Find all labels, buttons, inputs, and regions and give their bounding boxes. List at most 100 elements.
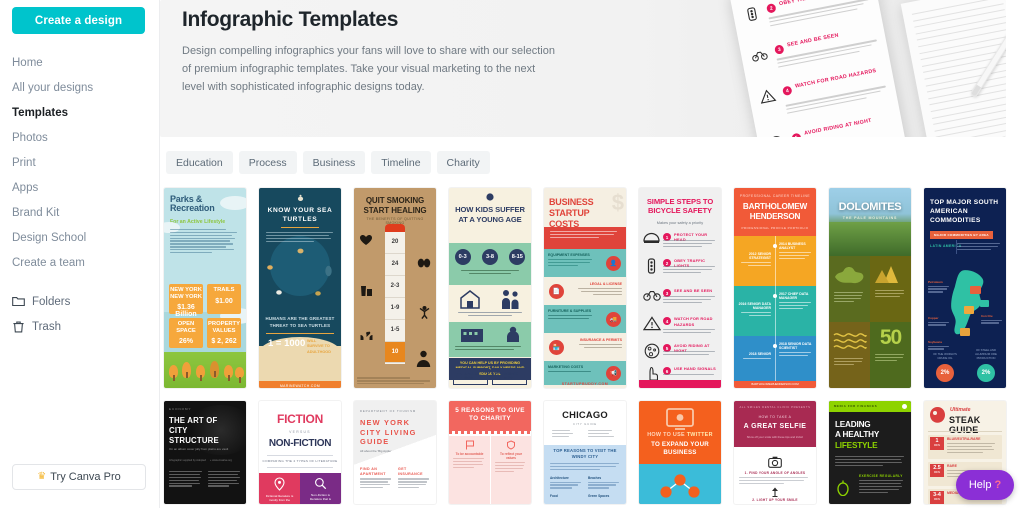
- sidebar-item-photos[interactable]: Photos: [0, 125, 159, 150]
- card-stat: OF STEEL AND ALUMINUM ORE PRODUCTION 2%: [970, 348, 1002, 382]
- template-card-sea-turtles[interactable]: KNOW YOUR SEA TURTLES HUMANS ARE THE GRE…: [259, 188, 341, 388]
- mockup-step-number: 5: [791, 132, 802, 137]
- donate-icon: [495, 373, 502, 380]
- sidebar-item-templates[interactable]: Templates: [0, 100, 159, 125]
- phone-icon: [456, 373, 463, 380]
- family-icon: [502, 290, 519, 309]
- card-stat-label: OPEN SPACE: [176, 321, 196, 334]
- sidebar-item-trash[interactable]: Trash: [0, 314, 159, 339]
- template-card-parks-recreation[interactable]: Parks & Recreation For an Active Lifesty…: [164, 188, 246, 388]
- template-card-kids-suffer[interactable]: HOW KIDS SUFFER AT A YOUNG AGE 0-3 3-8 8…: [449, 188, 531, 388]
- band-caption: [449, 265, 531, 275]
- sidebar-item-brand-kit[interactable]: Brand Kit: [0, 200, 159, 225]
- hero-text-block: Infographic Templates Design compelling …: [182, 0, 602, 97]
- template-card-charity-reasons[interactable]: 5 REASONS TO GIVE TO CHARITY To be accou…: [449, 401, 531, 504]
- filter-chip-process[interactable]: Process: [238, 151, 297, 174]
- card-title: A GREAT SELFIE: [743, 423, 807, 430]
- template-card-nyc-living-guide[interactable]: DEPARTMENT OF TOURISM NEW YORK CITY LIVI…: [354, 401, 436, 504]
- card-section: Green Spaces: [588, 494, 610, 498]
- sidebar: Create a design Home All your designs Te…: [0, 0, 160, 508]
- template-card-healthy-lifestyle[interactable]: MEDIA FOR FINANCES LEADING A HEALTHY LIF…: [829, 401, 911, 504]
- network-diagram-icon: [660, 474, 700, 498]
- card-footer-url: BARTHOLOMEWHENDERSON.COM: [734, 381, 816, 388]
- filter-chip-timeline[interactable]: Timeline: [371, 151, 431, 174]
- card-title: DOLOMITES: [838, 201, 902, 213]
- nonfiction-panel: Non-Fiction is literature that is: [300, 473, 341, 504]
- create-a-design-button[interactable]: Create a design: [12, 7, 145, 34]
- try-canva-pro-label: Try Canva Pro: [50, 471, 121, 483]
- sidebar-item-apps[interactable]: Apps: [0, 175, 159, 200]
- filter-chip-business[interactable]: Business: [302, 151, 366, 174]
- template-card-city-structure[interactable]: ECONOMY THE ART OF CITY STRUCTURE On an …: [164, 401, 246, 504]
- turtle-icon: [265, 263, 275, 272]
- cta-group: CALL US NOW DONATE NOW: [453, 367, 527, 385]
- template-card-great-selfie[interactable]: ALL SMILES DENTAL CLINIC PRESENTS HOW TO…: [734, 401, 816, 504]
- commodity-marker: [960, 328, 970, 336]
- card-stat-label: PROPERTY VALUES: [208, 321, 240, 334]
- filter-chip-charity[interactable]: Charity: [436, 151, 490, 174]
- try-canva-pro-button[interactable]: ♛ Try Canva Pro: [12, 464, 146, 490]
- sidebar-item-folders[interactable]: Folders: [0, 289, 159, 314]
- help-button[interactable]: Help ?: [956, 470, 1014, 500]
- template-card-chicago-guide[interactable]: CHICAGO CITY GUIDE TOP REASONS TO VISIT …: [544, 401, 626, 504]
- call-us-cta[interactable]: CALL US NOW: [453, 367, 488, 385]
- donate-cta[interactable]: DONATE NOW: [492, 367, 527, 385]
- fact-quadrant: [829, 256, 870, 322]
- template-card-twitter-business[interactable]: HOW TO USE TWITTER TO EXPAND YOUR BUSINE…: [639, 401, 721, 504]
- card-title: BUSINESS STARTUP COSTS: [549, 197, 594, 229]
- card-heading: TOP REASONS TO VISIT THE WINDY CITY: [553, 448, 617, 459]
- card-subtitle: All about the 'Big Apple': [360, 449, 392, 453]
- broken-house-icon: [460, 290, 480, 309]
- camera-icon: [768, 456, 782, 468]
- cigarette-timeline: 20 24 2-3 1-9 1-5 10: [385, 232, 405, 364]
- sidebar-nav: Home All your designs Templates Photos P…: [0, 50, 159, 339]
- sidebar-item-design-school[interactable]: Design School: [0, 225, 159, 250]
- template-card-dolomites[interactable]: DOLOMITES THE PALE MOUNTAINS 50: [829, 188, 911, 388]
- template-card-quit-smoking[interactable]: QUIT SMOKING START HEALING THE BENEFITS …: [354, 188, 436, 388]
- steak-badge: 1 MINS: [930, 437, 944, 450]
- card-stat: PROPERTY VALUES $ 2, 262: [207, 318, 241, 348]
- sidebar-item-home[interactable]: Home: [0, 50, 159, 75]
- document-icon: 📄: [549, 284, 564, 299]
- commodity-marker: [970, 286, 981, 294]
- mockup-row-1: 2 OBEY TRAFFIC LIGHTS: [740, 0, 870, 27]
- dot-icon: [902, 404, 907, 409]
- template-card-fiction-nonfiction[interactable]: FICTION VERSUS NON-FICTION COMPARING THE…: [259, 401, 341, 504]
- template-card-startup-costs[interactable]: BUSINESS STARTUP COSTS $ EQUIPMENT EXPEN…: [544, 188, 626, 388]
- card-eyebrow: MEDIA FOR FINANCES: [834, 403, 878, 408]
- turtle-icon: [274, 288, 284, 297]
- card-title: SIMPLE STEPS TO BICYCLE SAFETY: [646, 197, 714, 216]
- card-subtitle: THE PALE MOUNTAINS: [842, 216, 898, 220]
- truck-icon: 🚚: [606, 312, 621, 327]
- infographic-sheet-mockup: 2 OBEY TRAFFIC LIGHTS 3 SEE AND BE SEEN: [729, 0, 908, 137]
- sidebar-item-all-your-designs[interactable]: All your designs: [0, 75, 159, 100]
- house-family-icons: [449, 289, 531, 309]
- sidebar-item-create-a-team[interactable]: Create a team: [0, 250, 159, 275]
- card-section: Beaches: [588, 476, 620, 490]
- card-stat-note: WILL SURVIVE TO ADULTHOOD: [307, 339, 331, 354]
- card-title: CHICAGO: [562, 409, 608, 420]
- template-card-resume-timeline[interactable]: PROFESSIONAL CAREER TIMELINE BARTHOLOMEW…: [734, 188, 816, 388]
- traffic-light-icon: [645, 258, 658, 275]
- card-stat: OPEN SPACE 26%: [169, 318, 203, 348]
- card-section-title: EXERCISE REGULARLY: [859, 474, 903, 478]
- fact-quadrant: 50: [870, 322, 911, 388]
- template-card-south-american-commodities[interactable]: TOP MAJOR SOUTH AMERICAN COMMODITIES MAJ…: [924, 188, 1006, 388]
- mockup-step-title: AVOID RIDING AT NIGHT: [803, 117, 873, 137]
- shield-heart-icon: [507, 440, 515, 450]
- resume-header: PROFESSIONAL CAREER TIMELINE BARTHOLOMEW…: [734, 188, 816, 236]
- card-eyebrow: ALL SMILES DENTAL CLINIC PRESENTS: [739, 406, 811, 409]
- filter-chip-education[interactable]: Education: [166, 151, 233, 174]
- template-card-bicycle-safety[interactable]: SIMPLE STEPS TO BICYCLE SAFETY Makes you…: [639, 188, 721, 388]
- mockup-step-number: 3: [774, 44, 785, 55]
- mockup-row-4: 5 AVOID RIDING AT NIGHT: [765, 110, 895, 137]
- card-stat-value: 26%: [178, 338, 193, 346]
- card-body-text: [164, 225, 246, 254]
- sidebar-item-print[interactable]: Print: [0, 150, 159, 175]
- age-pill: 0-3: [454, 249, 471, 265]
- card-subtitle: CITY GUIDE: [573, 422, 597, 426]
- hero-mockup-image: 2 OBEY TRAFFIC LIGHTS 3 SEE AND BE SEEN: [729, 0, 1006, 137]
- card-subtitle: Show off your smile with these tips and …: [746, 435, 804, 439]
- card-footer-bar: [639, 380, 721, 388]
- crown-icon: ♛: [37, 471, 47, 482]
